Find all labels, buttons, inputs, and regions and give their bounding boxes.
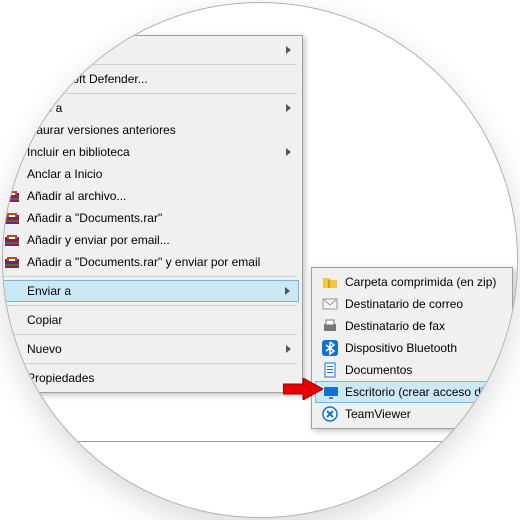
context-menu-main: n Microsoft Defender... ceso a staurar ver… [2,35,303,393]
menu-item-label: Carpeta comprimida (en zip) [345,275,496,289]
menu-separator [2,276,297,277]
context-menu-sendto: Carpeta comprimida (en zip) Destinatario … [311,267,513,429]
main_menu-item[interactable]: Propiedades [2,367,299,389]
menu-item-label: Añadir y enviar por email... [27,233,170,247]
menu-item-label: Nuevo [27,342,62,356]
sub_menu-item[interactable]: Escritorio (crear acceso directo) [315,381,509,403]
menu-item-label: Destinatario de correo [345,297,463,311]
menu-item-label: Anclar a Inicio [27,167,102,181]
menu-item-label: Enviar a [27,284,71,298]
menu-item-label: Dispositivo Bluetooth [345,341,457,355]
submenu-arrow-icon [286,148,291,156]
doc-icon [322,362,338,378]
circle-frame: n Microsoft Defender... ceso a staurar ver… [2,2,518,518]
desktop-icon [323,385,339,401]
menu-separator [2,334,297,335]
fax-icon [322,318,338,334]
main_menu-item[interactable]: n Microsoft Defender... [2,68,299,90]
menu-item-label: Añadir al archivo... [27,189,126,203]
winrar-icon [4,188,20,204]
winrar-icon [4,210,20,226]
main_menu-item[interactable] [2,39,299,61]
main_menu-item[interactable]: Incluir en biblioteca [2,141,299,163]
menu-item-label: staurar versiones anteriores [27,123,176,137]
sub_menu-item[interactable]: Documentos [315,359,509,381]
sub_menu-item[interactable]: TeamViewer [315,403,509,425]
main_menu-item[interactable]: Añadir al archivo... [2,185,299,207]
highlight-arrow-icon [283,378,323,400]
main_menu-item[interactable]: Anclar a Inicio [2,163,299,185]
menu-separator [2,93,297,94]
menu-item-label: TeamViewer [345,407,411,421]
main_menu-item[interactable]: staurar versiones anteriores [2,119,299,141]
menu-item-label: Documentos [345,363,412,377]
menu-item-label: n Microsoft Defender... [27,72,148,86]
bg-line [3,441,517,442]
submenu-arrow-icon [286,104,291,112]
main_menu-item[interactable]: Copiar [2,309,299,331]
menu-item-label: Destinatario de fax [345,319,445,333]
submenu-arrow-icon [285,287,290,295]
sub_menu-item[interactable]: Destinatario de fax [315,315,509,337]
menu-separator [2,363,297,364]
main_menu-item[interactable]: Añadir a "Documents.rar" [2,207,299,229]
menu-item-label: ceso a [27,101,62,115]
sub_menu-item[interactable]: Carpeta comprimida (en zip) [315,271,509,293]
main_menu-item[interactable]: Enviar a [2,280,299,302]
mail-icon [322,296,338,312]
submenu-arrow-icon [286,345,291,353]
menu-separator [2,305,297,306]
menu-separator [2,64,297,65]
main_menu-item[interactable]: Añadir a "Documents.rar" y enviar por em… [2,251,299,273]
zip-icon [322,274,338,290]
menu-item-label: Añadir a "Documents.rar" y enviar por em… [27,255,260,269]
menu-item-label: Incluir en biblioteca [27,145,130,159]
winrar-icon [4,254,20,270]
main_menu-item[interactable]: Añadir y enviar por email... [2,229,299,251]
menu-item-label: Añadir a "Documents.rar" [27,211,162,225]
submenu-arrow-icon [286,46,291,54]
menu-item-label: Propiedades [27,371,94,385]
menu-item-label: Escritorio (crear acceso directo) [345,385,514,399]
sub_menu-item[interactable]: Dispositivo Bluetooth [315,337,509,359]
bt-icon [322,340,338,356]
main_menu-item[interactable]: Nuevo [2,338,299,360]
main_menu-item[interactable]: ceso a [2,97,299,119]
tv-icon [322,406,338,422]
sub_menu-item[interactable]: Destinatario de correo [315,293,509,315]
winrar-icon [4,232,20,248]
menu-item-label: Copiar [27,313,62,327]
